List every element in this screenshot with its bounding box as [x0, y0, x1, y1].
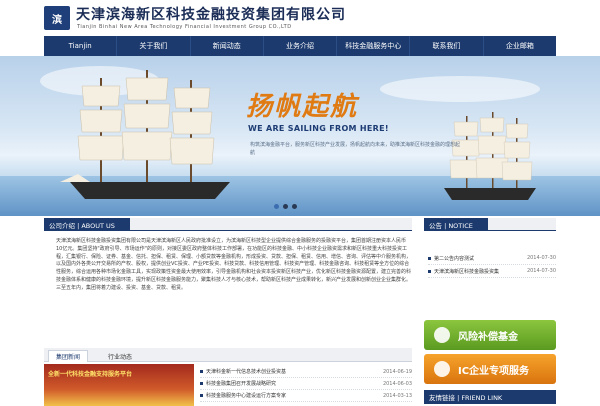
- news-item[interactable]: 科技金融集团召开发展战略研究 2014-06-03: [200, 378, 412, 390]
- news-item-title[interactable]: 天津科金新一代信息技术创业投资基: [206, 369, 286, 375]
- cloud-shape: [380, 76, 540, 102]
- nav-item-home[interactable]: Tianjin: [44, 36, 118, 56]
- nav-item-about[interactable]: 关于我们: [117, 36, 191, 56]
- banner-slogan-en: WE ARE SAILING FROM HERE!: [248, 124, 389, 133]
- notice-item-title[interactable]: 第二公告内容测试: [434, 256, 474, 262]
- news-item-date: 2014-06-19: [382, 368, 412, 375]
- company-name-en: Tianjin Binhai New Area Technology Finan…: [77, 24, 292, 30]
- news-tab-bar: 集团新闻 行业动态: [44, 348, 412, 362]
- sailing-ship-right-icon: [444, 112, 536, 200]
- bullet-icon: [200, 370, 203, 373]
- notice-item[interactable]: 天津滨海新区科技金融投资集 2014-07-30: [428, 265, 556, 278]
- banner-description: 构筑滨海金融平台，服务新区科技产业发展，扬帆起航向未来，助推滨海新区科技金融的理…: [250, 142, 461, 156]
- notice-item-date: 2014-07-30: [526, 268, 556, 274]
- bullet-icon: [428, 269, 431, 273]
- news-list: 天津科金新一代信息技术创业投资基 2014-06-19 科技金融集团召开发展战略…: [200, 366, 412, 402]
- notice-item-date: 2014-07-30: [526, 255, 556, 261]
- notice-section-title[interactable]: 公告 | NOTICE: [424, 218, 488, 231]
- hero-banner[interactable]: 扬帆起航 WE ARE SAILING FROM HERE! 构筑滨海金融平台，…: [0, 56, 600, 216]
- tab-group-news[interactable]: 集团新闻: [48, 350, 88, 362]
- news-item-date: 2014-06-03: [382, 380, 412, 387]
- risk-compensation-fund-button[interactable]: 风险补偿基金: [424, 320, 556, 350]
- notice-section-header: 公告 | NOTICE: [424, 218, 556, 231]
- nav-item-contact[interactable]: 联系我们: [410, 36, 484, 56]
- fund-icon: [434, 327, 450, 343]
- news-item[interactable]: 科技金融服务中心建设运行方案专家 2014-03-13: [200, 390, 412, 402]
- about-section-header: 公司介绍 | ABOUT US: [44, 218, 412, 231]
- carousel-dot[interactable]: [283, 204, 288, 209]
- ic-service-label: IC企业专项服务: [458, 365, 530, 377]
- bullet-icon: [200, 382, 203, 385]
- news-image-caption: 全新一代科技金融支持服务平台: [48, 371, 133, 378]
- news-item-title[interactable]: 科技金融集团召开发展战略研究: [206, 381, 276, 387]
- service-icon: [434, 361, 450, 377]
- tab-industry-news[interactable]: 行业动态: [100, 350, 140, 362]
- news-item-title[interactable]: 科技金融服务中心建设运行方案专家: [206, 393, 286, 399]
- banner-slogan-cn: 扬帆起航: [246, 92, 359, 122]
- sailing-ship-left-icon: [60, 70, 230, 199]
- risk-fund-label: 风险补偿基金: [458, 331, 518, 343]
- bullet-icon: [200, 394, 203, 397]
- news-item[interactable]: 天津科金新一代信息技术创业投资基 2014-06-19: [200, 366, 412, 378]
- about-body-text: 天津滨海新区科技金融投资集团有限公司是天津滨海新区人民政府批准设立，为滨海新区科…: [56, 238, 412, 291]
- notice-item[interactable]: 第二公告内容测试 2014-07-30: [428, 252, 556, 265]
- about-section-title[interactable]: 公司介绍 | ABOUT US: [44, 218, 130, 231]
- news-feature-image[interactable]: 全新一代科技金融支持服务平台: [44, 364, 194, 406]
- bullet-icon: [428, 256, 431, 260]
- nav-item-news[interactable]: 新闻动态: [191, 36, 264, 56]
- site-header: 滨 天津滨海新区科技金融投资集团有限公司 Tianjin Binhai New …: [0, 0, 600, 36]
- company-logo[interactable]: 滨: [44, 6, 70, 30]
- notice-list: 第二公告内容测试 2014-07-30 天津滨海新区科技金融投资集 2014-0…: [428, 252, 556, 278]
- nav-item-service-center[interactable]: 科技金融服务中心: [337, 36, 411, 56]
- main-nav: Tianjin 关于我们 新闻动态 业务介绍 科技金融服务中心 联系我们 企业邮…: [44, 36, 556, 56]
- notice-item-title[interactable]: 天津滨海新区科技金融投资集: [434, 269, 499, 275]
- nav-item-email[interactable]: 企业邮箱: [484, 36, 556, 56]
- friend-links-header: 友情链接 | FRIEND LINK: [424, 390, 556, 404]
- news-item-date: 2014-03-13: [382, 392, 412, 399]
- carousel-dots: [274, 204, 297, 209]
- nav-item-business[interactable]: 业务介绍: [264, 36, 338, 56]
- company-name-cn: 天津滨海新区科技金融投资集团有限公司: [76, 7, 346, 23]
- carousel-dot[interactable]: [274, 204, 279, 209]
- ic-service-button[interactable]: IC企业专项服务: [424, 354, 556, 384]
- carousel-dot[interactable]: [292, 204, 297, 209]
